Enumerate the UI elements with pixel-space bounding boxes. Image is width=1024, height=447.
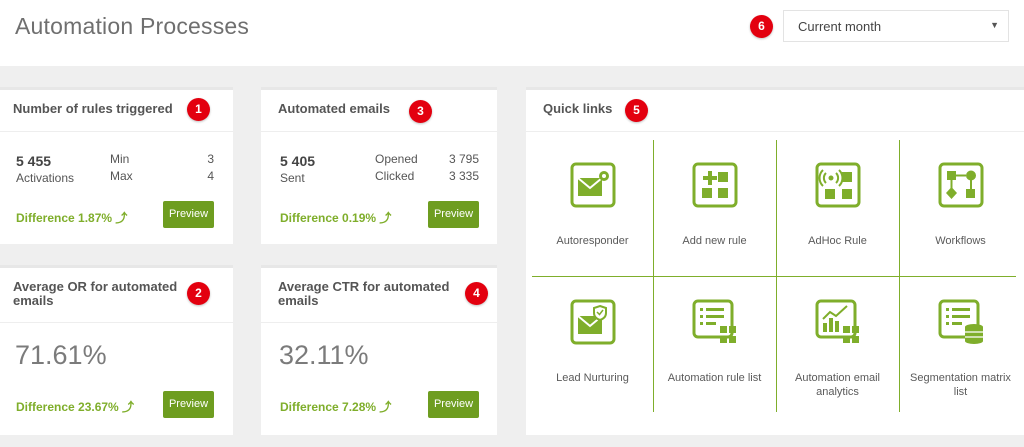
rule-list-icon bbox=[692, 299, 736, 343]
quick-link-lead-nurturing[interactable]: Lead Nurturing bbox=[532, 277, 653, 413]
step-badge: 2 bbox=[187, 282, 210, 305]
activations-label: Activations bbox=[16, 171, 75, 185]
card-header: Quick links bbox=[526, 90, 1024, 132]
step-badge: 6 bbox=[750, 15, 773, 38]
card-title-line: emails bbox=[278, 293, 319, 308]
quick-link-label: Add new rule bbox=[682, 235, 747, 247]
ctr-value: 32.11% bbox=[279, 340, 369, 370]
card-title: Number of rules triggered bbox=[13, 101, 173, 116]
difference-text: Difference 23.67% ⤴ bbox=[16, 400, 135, 414]
quick-link-label: Lead Nurturing bbox=[556, 372, 629, 384]
quick-link-label: Workflows bbox=[935, 235, 986, 247]
card-title-line: Average OR for automated bbox=[13, 279, 178, 294]
quick-link-add-new-rule[interactable]: Add new rule bbox=[654, 140, 775, 276]
card-title: Quick links bbox=[543, 101, 613, 116]
card-header: Average CTR for automated emails bbox=[261, 268, 497, 323]
quick-link-adhoc-rule[interactable]: AdHoc Rule bbox=[777, 140, 898, 276]
stat-label: Min bbox=[110, 152, 130, 166]
step-badge: 1 bbox=[187, 98, 210, 121]
caret-down-icon: ▼ bbox=[990, 20, 999, 30]
step-badge: 4 bbox=[465, 282, 488, 305]
card-title-line: emails bbox=[13, 293, 54, 308]
quick-link-segmentation-matrix-list[interactable]: Segmentation matrix list bbox=[900, 277, 1021, 413]
period-select[interactable]: Current month ▼ bbox=[783, 10, 1009, 42]
activations-value: 5 455 bbox=[16, 153, 52, 169]
preview-button[interactable]: Preview bbox=[163, 201, 214, 228]
preview-button[interactable]: Preview bbox=[428, 201, 479, 228]
card-title-line: Average CTR for automated bbox=[278, 279, 450, 294]
page-title: Automation Processes bbox=[15, 13, 250, 39]
envelope-gear-icon bbox=[570, 162, 616, 208]
preview-button[interactable]: Preview bbox=[163, 391, 214, 418]
analytics-chart-icon bbox=[815, 299, 859, 343]
stat-label: Opened bbox=[375, 152, 418, 166]
difference-text: Difference 7.28% ⤴ bbox=[280, 400, 392, 414]
quick-link-automation-rule-list[interactable]: Automation rule list bbox=[654, 277, 775, 413]
stat-value: 3 795 bbox=[448, 152, 479, 166]
stat-value: 4 bbox=[207, 169, 214, 183]
step-badge: 3 bbox=[409, 100, 432, 123]
quick-link-label: Autoresponder bbox=[556, 235, 629, 247]
quick-link-workflows[interactable]: Workflows bbox=[900, 140, 1021, 276]
quick-link-label: Automation email analytics bbox=[795, 372, 880, 398]
matrix-database-icon bbox=[938, 299, 983, 344]
quick-link-label: Segmentation matrix list bbox=[910, 372, 1011, 398]
signal-grid-icon bbox=[815, 162, 861, 208]
card-header: Automated emails bbox=[261, 90, 497, 132]
average-ctr-card: Average CTR for automated emails 32.11% … bbox=[261, 265, 497, 435]
stat-label: Clicked bbox=[375, 169, 415, 183]
add-rule-grid-icon bbox=[692, 162, 738, 208]
workflow-icon bbox=[938, 162, 984, 208]
sent-label: Sent bbox=[280, 171, 305, 185]
quick-link-autoresponder[interactable]: Autoresponder bbox=[532, 140, 653, 276]
step-badge: 5 bbox=[625, 99, 648, 122]
top-bar: Automation Processes Current month ▼ bbox=[0, 0, 1024, 66]
stat-label: Max bbox=[110, 169, 133, 183]
card-title: Automated emails bbox=[278, 101, 390, 116]
quick-link-label: Automation rule list bbox=[667, 372, 762, 384]
difference-text: Difference 0.19% ⤴ bbox=[280, 211, 392, 225]
stat-value: 3 bbox=[207, 152, 214, 166]
open-rate-value: 71.61% bbox=[15, 340, 107, 370]
difference-text: Difference 1.87% ⤴ bbox=[16, 211, 128, 225]
sent-value: 5 405 bbox=[280, 153, 316, 169]
quick-link-label: AdHoc Rule bbox=[808, 235, 867, 247]
period-select-value: Current month bbox=[798, 19, 882, 34]
quick-links-grid: Autoresponder Add new rule AdHoc Rule Wo… bbox=[532, 140, 1016, 412]
automated-emails-card: Automated emails 5 405 Sent Opened 3 795… bbox=[261, 87, 497, 244]
stat-value: 3 335 bbox=[448, 169, 479, 183]
quick-link-automation-email-analytics[interactable]: Automation email analytics bbox=[777, 277, 898, 413]
envelope-shield-icon bbox=[570, 299, 616, 345]
preview-button[interactable]: Preview bbox=[428, 391, 479, 418]
